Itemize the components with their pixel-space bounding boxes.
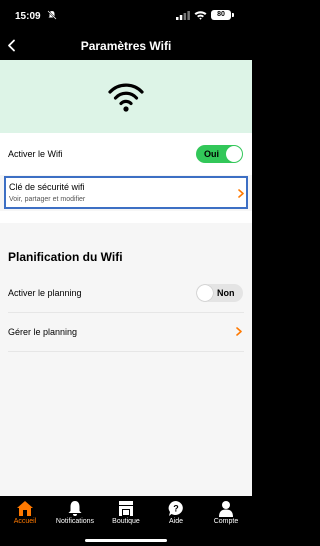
- cellular-signal-icon: [176, 11, 190, 20]
- chevron-right-icon: [236, 327, 242, 336]
- tab-accueil[interactable]: Accueil: [0, 496, 50, 534]
- tab-boutique[interactable]: Boutique: [101, 496, 151, 534]
- tab-label: Boutique: [112, 518, 140, 525]
- status-bar: 15:09 80: [0, 0, 252, 30]
- wifi-toggle-state: Oui: [204, 149, 219, 159]
- toggle-knob: [197, 285, 213, 301]
- status-time: 15:09: [15, 11, 41, 22]
- shop-icon: [119, 501, 133, 516]
- bell-muted-icon: [47, 10, 57, 20]
- home-indicator[interactable]: [85, 539, 167, 542]
- tab-label: Accueil: [13, 518, 37, 525]
- wifi-toggle-label: Activer le Wifi: [8, 149, 63, 159]
- user-icon: [219, 501, 233, 517]
- wifi-toggle-switch[interactable]: Oui: [196, 145, 243, 163]
- tab-label: Compte: [213, 518, 239, 525]
- security-key-subtitle: Voir, partager et modifier: [9, 196, 86, 203]
- planning-section-title: Planification du Wifi: [8, 250, 123, 264]
- svg-text:?: ?: [173, 504, 179, 514]
- planning-toggle-label: Activer le planning: [8, 288, 82, 298]
- page-title: Paramètres Wifi: [80, 39, 172, 53]
- tab-aide[interactable]: ? Aide: [151, 496, 201, 534]
- security-key-row[interactable]: Clé de sécurité wifi Voir, partager et m…: [4, 176, 248, 209]
- toggle-knob: [226, 146, 242, 162]
- planning-toggle-state: Non: [217, 288, 235, 298]
- navigation-bar: Paramètres Wifi: [0, 30, 252, 60]
- tab-label: Notifications: [55, 518, 95, 525]
- settings-content: Activer le Wifi Oui Clé de sécurité wifi…: [0, 60, 252, 496]
- battery-tip: [232, 13, 234, 17]
- manage-planning-row[interactable]: Gérer le planning: [0, 313, 252, 351]
- divider: [8, 351, 244, 352]
- battery-indicator: 80: [211, 10, 231, 20]
- home-icon: [17, 501, 33, 516]
- chevron-right-icon: [238, 189, 244, 198]
- security-key-title: Clé de sécurité wifi: [9, 182, 85, 192]
- help-icon: ?: [168, 501, 183, 516]
- tab-compte[interactable]: Compte: [201, 496, 251, 534]
- security-row-padding: [0, 211, 252, 223]
- wifi-hero-banner: [0, 60, 252, 133]
- tab-label: Aide: [168, 518, 183, 525]
- wifi-icon: [108, 83, 144, 112]
- tab-notifications[interactable]: Notifications: [50, 496, 100, 534]
- planning-toggle-switch[interactable]: Non: [196, 284, 243, 302]
- bell-icon: [68, 501, 82, 516]
- wifi-status-icon: [194, 11, 207, 20]
- manage-planning-label: Gérer le planning: [8, 327, 78, 337]
